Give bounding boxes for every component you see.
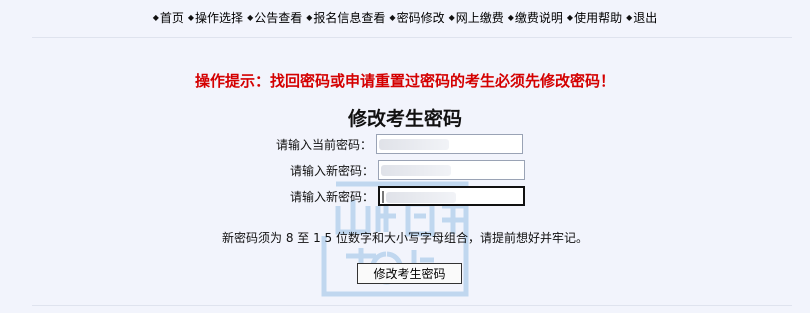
current-password-row: 请输入当前密码： — [276, 133, 524, 155]
bottom-divider — [32, 305, 792, 306]
nav-item-label: 退出 — [633, 10, 658, 25]
form-title: 修改考生密码 — [347, 108, 462, 130]
nav-item-label: 密码修改 — [396, 10, 445, 25]
diamond-bullet-icon: ◆ — [152, 12, 159, 22]
diamond-bullet-icon: ◆ — [247, 12, 254, 22]
change-password-button[interactable]: 修改考生密码 — [357, 263, 462, 284]
nav-item-label: 网上缴费 — [455, 10, 504, 25]
new-password-label: 请输入新密码： — [290, 163, 375, 178]
nav-item-logout[interactable]: ◆ 退出 — [626, 9, 657, 26]
nav-item-label: 操作选择 — [195, 10, 244, 25]
nav-item-label: 缴费说明 — [514, 10, 563, 25]
nav-item-payment-instructions[interactable]: ◆ 缴费说明 — [508, 9, 563, 26]
diamond-bullet-icon: ◆ — [306, 12, 313, 22]
nav-item-home[interactable]: ◆ 首页 — [153, 9, 184, 26]
text-caret — [382, 191, 385, 203]
nav-item-help[interactable]: ◆ 使用帮助 — [567, 9, 622, 26]
nav-item-label: 首页 — [159, 10, 184, 25]
new-password-row: 请输入新密码： — [290, 159, 526, 181]
nav-item-online-payment[interactable]: ◆ 网上缴费 — [449, 9, 504, 26]
nav-item-label: 公告查看 — [254, 10, 303, 25]
nav-item-registration-info[interactable]: ◆ 报名信息查看 — [306, 9, 385, 26]
operation-hint: 操作提示：找回密码或申请重置过密码的考生必须先修改密码！ — [194, 72, 615, 90]
nav-item-label: 报名信息查看 — [313, 10, 386, 25]
password-rule-note: 新密码须为 8 至 1 5 位数字和大小写字母组合，请提前想好并牢记。 — [222, 231, 588, 245]
nav-item-label: 使用帮助 — [574, 10, 623, 25]
confirm-password-input[interactable] — [378, 186, 526, 206]
diamond-bullet-icon: ◆ — [448, 12, 455, 22]
nav-item-password-change[interactable]: ◆ 密码修改 — [389, 9, 444, 26]
masked-value — [381, 165, 452, 176]
diamond-bullet-icon: ◆ — [389, 12, 396, 22]
diamond-bullet-icon: ◆ — [626, 12, 633, 22]
confirm-password-label: 请输入新密码： — [290, 189, 375, 204]
confirm-password-row: 请输入新密码： — [290, 185, 526, 207]
masked-value — [386, 192, 457, 203]
top-divider — [32, 37, 792, 38]
top-nav: ◆ 首页 ◆ 操作选择 ◆ 公告查看 ◆ 报名信息查看 ◆ 密码修改 ◆ 网上缴费 ◆ 缴费说… — [0, 8, 810, 26]
nav-item-operation-select[interactable]: ◆ 操作选择 — [188, 9, 243, 26]
current-password-input[interactable] — [376, 134, 524, 154]
diamond-bullet-icon: ◆ — [507, 12, 514, 22]
current-password-label: 请输入当前密码： — [276, 137, 373, 152]
diamond-bullet-icon: ◆ — [187, 12, 195, 22]
new-password-input[interactable] — [378, 160, 526, 180]
masked-value — [379, 139, 450, 150]
diamond-bullet-icon: ◆ — [566, 12, 574, 22]
nav-item-announcements[interactable]: ◆ 公告查看 — [247, 9, 302, 26]
